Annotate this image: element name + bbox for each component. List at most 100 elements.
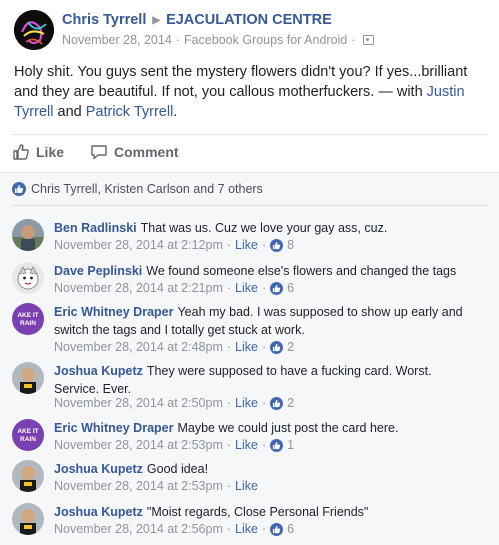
comment-like-count[interactable]: 1 — [287, 438, 294, 452]
comment-meta: November 28, 2014 at 2:53pm · Like — [54, 479, 258, 493]
like-reaction-icon — [270, 522, 284, 536]
meta-separator: · — [226, 522, 232, 536]
comment-like-count[interactable]: 6 — [287, 281, 294, 295]
comments-panel: Chris Tyrrell, Kristen Carlson and 7 oth… — [0, 172, 499, 545]
comment-timestamp[interactable]: November 28, 2014 at 2:50pm — [54, 396, 223, 410]
meta-separator: · — [175, 33, 180, 47]
post-meta: November 28, 2014 · Facebook Groups for An… — [62, 33, 375, 47]
post-text-end: . — [173, 104, 178, 120]
post-author-line: Chris Tyrrell ▶ EJACULATION CENTRE — [62, 12, 332, 28]
comment-body: That was us. Cuz we love your gay ass, c… — [140, 221, 388, 235]
meta-separator: · — [261, 396, 267, 410]
commenter-name-link[interactable]: Ben Radlinski — [54, 221, 137, 235]
post-text-and: and — [53, 104, 86, 120]
meta-separator: · — [226, 396, 232, 410]
comment-button-label: Comment — [114, 144, 179, 160]
comment-timestamp[interactable]: November 28, 2014 at 2:21pm — [54, 281, 223, 295]
meta-separator: · — [351, 33, 356, 47]
like-button[interactable]: Like — [12, 143, 64, 161]
comment-meta: November 28, 2014 at 2:53pm · Like · 1 — [54, 438, 294, 452]
photo-avatar-icon — [12, 219, 44, 251]
commenter-name-link[interactable]: Joshua Kupetz — [54, 364, 143, 378]
arrow-right-icon: ▶ — [152, 15, 161, 26]
meta-separator: · — [226, 238, 232, 252]
post-text-main: Holy shit. You guys sent the mystery flo… — [14, 64, 468, 100]
avatar-text: RAIN — [20, 436, 36, 443]
comment-like-count[interactable]: 2 — [287, 340, 294, 354]
like-reaction-icon — [12, 182, 26, 196]
author-avatar[interactable] — [14, 10, 54, 50]
thumbs-up-icon — [13, 144, 29, 160]
meta-separator: · — [261, 281, 267, 295]
comment-text: Dave Peplinski We found someone else's fl… — [54, 262, 479, 280]
commenter-avatar[interactable]: AKE IT RAIN — [12, 419, 44, 451]
meta-separator: · — [226, 281, 232, 295]
comment-like-link[interactable]: Like — [235, 522, 258, 536]
comment-text: Ben Radlinski That was us. Cuz we love yo… — [54, 219, 479, 237]
comment-text: Eric Whitney Draper Yeah my bad. I was su… — [54, 303, 479, 339]
comment-meta: November 28, 2014 at 2:56pm · Like · 6 — [54, 522, 294, 536]
meta-separator: · — [226, 438, 232, 452]
comment-text: Joshua Kupetz They were supposed to have … — [54, 362, 479, 398]
post-author-link[interactable]: Chris Tyrrell — [62, 12, 146, 28]
post-date[interactable]: November 28, 2014 — [62, 33, 172, 47]
commenter-avatar[interactable] — [12, 219, 44, 251]
comment-timestamp[interactable]: November 28, 2014 at 2:56pm — [54, 522, 223, 536]
like-reaction-icon — [270, 238, 284, 252]
like-reaction-icon — [270, 340, 284, 354]
like-reaction-icon — [270, 396, 284, 410]
commenter-name-link[interactable]: Dave Peplinski — [54, 264, 142, 278]
tagged-user-link[interactable]: Patrick Tyrrell — [86, 104, 174, 120]
profile-picture-icon — [14, 10, 54, 50]
group-privacy-icon — [363, 35, 375, 45]
commenter-avatar[interactable]: AKE IT RAIN — [12, 303, 44, 335]
comment-meta: November 28, 2014 at 2:48pm · Like · 2 — [54, 340, 294, 354]
comment-text: Joshua Kupetz Good idea! — [54, 460, 479, 478]
comment-text: Joshua Kupetz "Moist regards, Close Perso… — [54, 503, 479, 521]
comment-like-count[interactable]: 8 — [287, 238, 294, 252]
comment-like-link[interactable]: Like — [235, 396, 258, 410]
post-source[interactable]: Facebook Groups for Android — [184, 33, 347, 47]
comment-body: Maybe we could just post the card here. — [177, 421, 399, 435]
comment-like-link[interactable]: Like — [235, 281, 258, 295]
meta-separator: · — [226, 340, 232, 354]
post-action-bar: Like Comment — [12, 134, 487, 170]
commenter-name-link[interactable]: Joshua Kupetz — [54, 505, 143, 519]
comment-body: "Moist regards, Close Personal Friends" — [146, 505, 369, 519]
comment-like-link[interactable]: Like — [235, 238, 258, 252]
comment-timestamp[interactable]: November 28, 2014 at 2:53pm — [54, 438, 223, 452]
avatar-text: AKE IT — [17, 428, 38, 435]
comment-meta: November 28, 2014 at 2:21pm · Like · 6 — [54, 281, 294, 295]
commenter-name-link[interactable]: Eric Whitney Draper — [54, 421, 173, 435]
commenter-avatar[interactable] — [12, 503, 44, 535]
group-link[interactable]: EJACULATION CENTRE — [166, 12, 332, 28]
comment-like-link[interactable]: Like — [235, 340, 258, 354]
comment-timestamp[interactable]: November 28, 2014 at 2:12pm — [54, 238, 223, 252]
meta-separator: · — [261, 238, 267, 252]
comment-meta: November 28, 2014 at 2:12pm · Like · 8 — [54, 238, 294, 252]
post-text: Holy shit. You guys sent the mystery flo… — [14, 62, 489, 122]
comment-like-count[interactable]: 2 — [287, 396, 294, 410]
comment-text: Eric Whitney Draper Maybe we could just p… — [54, 419, 479, 437]
comment-timestamp[interactable]: November 28, 2014 at 2:53pm — [54, 479, 223, 493]
meta-separator: · — [226, 479, 232, 493]
comment-like-count[interactable]: 6 — [287, 522, 294, 536]
comment-bubble-icon — [91, 145, 107, 160]
comment-like-link[interactable]: Like — [235, 438, 258, 452]
comment-button[interactable]: Comment — [90, 143, 179, 161]
like-reaction-icon — [270, 438, 284, 452]
post-header: Chris Tyrrell ▶ EJACULATION CENTRE Novembe… — [14, 8, 494, 54]
commenter-name-link[interactable]: Eric Whitney Draper — [54, 305, 173, 319]
commenter-avatar[interactable] — [12, 362, 44, 394]
comment-timestamp[interactable]: November 28, 2014 at 2:48pm — [54, 340, 223, 354]
commenter-name-link[interactable]: Joshua Kupetz — [54, 462, 143, 476]
comment-like-link[interactable]: Like — [235, 479, 258, 493]
commenter-avatar[interactable] — [12, 262, 44, 294]
make-it-rain-avatar-icon: AKE IT RAIN — [12, 419, 44, 451]
commenter-avatar[interactable] — [12, 460, 44, 492]
like-button-label: Like — [36, 144, 65, 160]
divider — [12, 205, 487, 206]
comment-meta: November 28, 2014 at 2:50pm · Like · 2 — [54, 396, 294, 410]
reactions-summary[interactable]: Chris Tyrrell, Kristen Carlson and 7 oth… — [12, 182, 263, 196]
meta-separator: · — [261, 438, 267, 452]
